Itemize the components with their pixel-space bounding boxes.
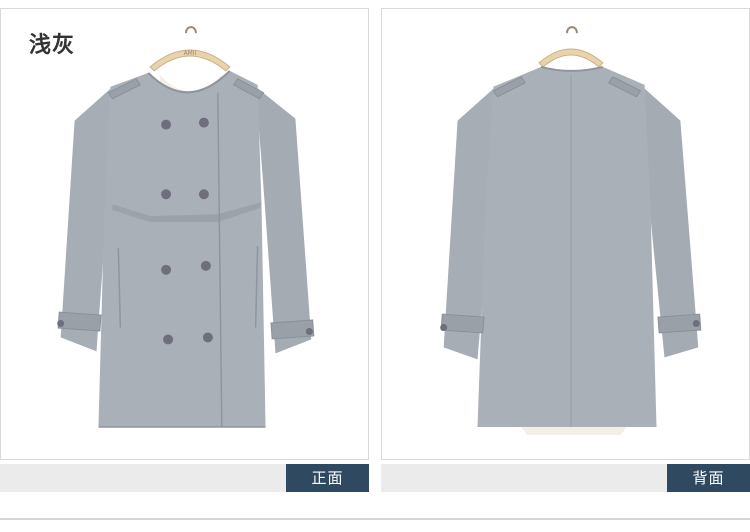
front-view-label: 正面: [286, 464, 369, 492]
color-label: 浅灰: [29, 33, 76, 58]
back-view-panel: [381, 8, 750, 460]
hanger-brand-text: AMII: [184, 50, 197, 57]
bottom-divider: [0, 518, 750, 520]
coat-front-photo: AMII: [57, 26, 315, 428]
hanger: [538, 26, 604, 68]
coat-back-photo: [440, 26, 702, 435]
front-caption-bar: 正面: [0, 464, 369, 492]
back-view-label: 背面: [667, 464, 750, 492]
hanger: AMII: [149, 26, 231, 72]
front-view-panel: AMII 浅灰: [0, 8, 369, 460]
back-caption-bar: 背面: [381, 464, 750, 492]
